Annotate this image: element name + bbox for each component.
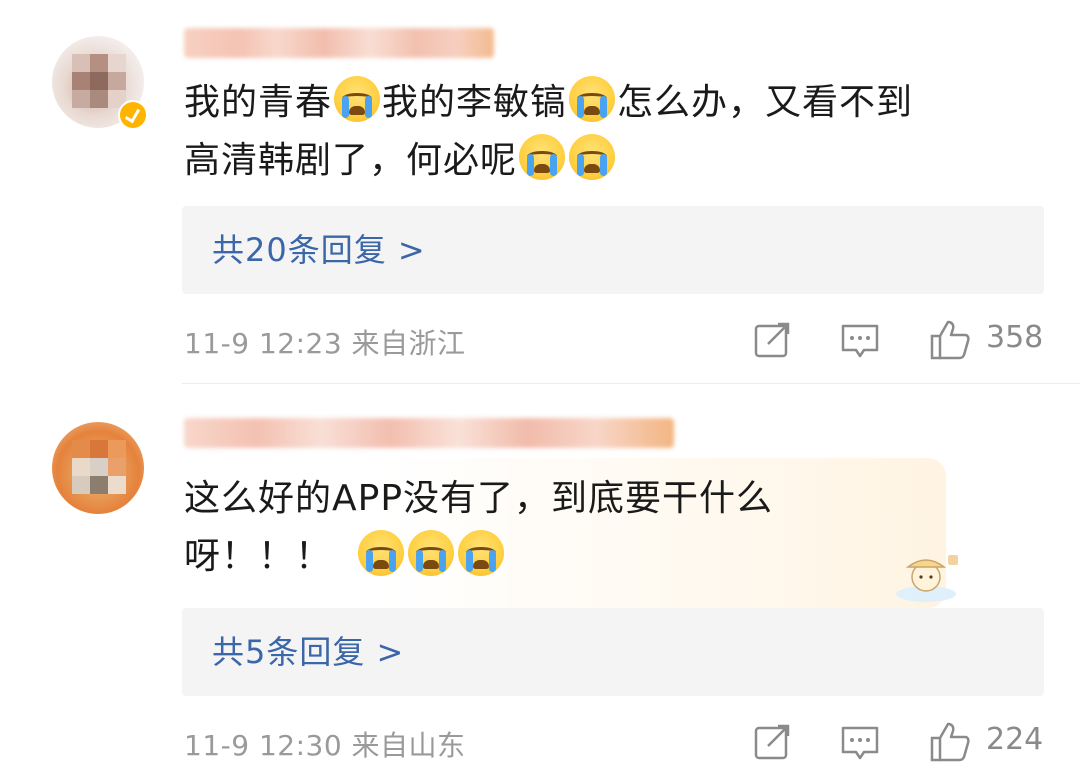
replies-label: 共5条回复 >: [212, 633, 405, 671]
username-blurred[interactable]: [184, 28, 494, 58]
comment-text: 这么好的APP没有了，到底要干什么 呀！！！: [184, 470, 773, 586]
comment-text-part: 高清韩剧了，何必呢: [184, 140, 518, 181]
comment-item: 这么好的APP没有了，到底要干什么 呀！！！ 共5条回复 > 11-9 12:3…: [0, 384, 1080, 780]
crying-emoji-icon: [569, 76, 616, 122]
comment-text-part: 呀！！！: [184, 536, 333, 577]
share-icon[interactable]: [750, 720, 794, 764]
crying-emoji-icon: [334, 76, 381, 122]
comment-meta: 11-9 12:30 来自山东: [184, 729, 466, 762]
comment-text: 我的青春 我的李敏镐 怎么办，又看不到 高清韩剧了，何必呢: [184, 74, 913, 190]
crying-emoji-icon: [569, 134, 616, 180]
crying-emoji-icon: [358, 530, 405, 576]
share-icon[interactable]: [750, 318, 794, 362]
crying-emoji-icon: [519, 134, 566, 180]
thumbs-up-icon[interactable]: [928, 720, 972, 764]
comment-text-part: 我的李敏镐: [382, 82, 568, 123]
verified-badge-icon: [118, 100, 148, 130]
comment-text-part: 怎么办，又看不到: [617, 82, 914, 123]
comment-text-part: 我的青春: [184, 82, 333, 123]
comment-icon[interactable]: [838, 720, 882, 764]
like-count: 224: [986, 722, 1044, 757]
comment-meta: 11-9 12:23 来自浙江: [184, 327, 466, 360]
comment-text-part: 这么好的APP没有了，到底要干什么: [184, 478, 774, 519]
comment-item: 我的青春 我的李敏镐 怎么办，又看不到 高清韩剧了，何必呢 共20条回复 > 11-…: [0, 0, 1080, 384]
like-count: 358: [986, 320, 1044, 355]
thumbs-up-icon[interactable]: [928, 318, 972, 362]
replies-label: 共20条回复 >: [212, 231, 426, 269]
comment-icon[interactable]: [838, 318, 882, 362]
crying-emoji-icon: [408, 530, 455, 576]
view-replies-button[interactable]: 共20条回复 >: [182, 206, 1044, 294]
username-blurred[interactable]: [184, 418, 674, 448]
crying-emoji-icon: [458, 530, 505, 576]
mascot-sticker-icon: [896, 555, 958, 602]
view-replies-button[interactable]: 共5条回复 >: [182, 608, 1044, 696]
